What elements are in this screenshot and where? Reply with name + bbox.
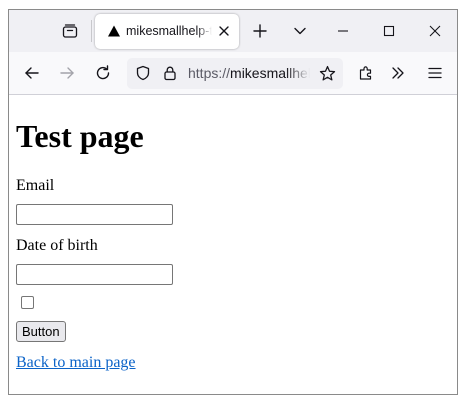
bookmark-button[interactable] (316, 62, 338, 84)
tab-close-button[interactable] (215, 22, 233, 40)
puzzle-icon (359, 66, 372, 80)
site-info-button[interactable] (159, 62, 181, 84)
url-scheme: https:// (188, 65, 231, 81)
date-of-birth-label: Date of birth (16, 237, 98, 254)
tab-list-button[interactable] (59, 20, 81, 42)
tab-separator (91, 20, 92, 42)
page-title: Test page (16, 118, 144, 154)
maximize-icon (383, 25, 395, 37)
reload-icon (96, 65, 110, 80)
overflow-menu-button[interactable] (387, 62, 409, 84)
maximize-button[interactable] (378, 20, 400, 42)
date-of-birth-field[interactable] (16, 264, 173, 285)
url-text[interactable]: https://mikesmallhelp-test (188, 64, 310, 83)
star-icon (319, 65, 335, 81)
email-label: Email (16, 177, 55, 194)
double-chevron-icon (392, 67, 404, 79)
triangle-favicon (108, 25, 120, 37)
extensions-button[interactable] (355, 62, 377, 84)
reload-button[interactable] (92, 62, 114, 84)
hamburger-icon (428, 67, 442, 79)
back-to-main-page-link[interactable]: Back to main page (16, 353, 136, 372)
forward-arrow-icon (60, 67, 74, 79)
tab-title: mikesmallhelp-test (126, 24, 212, 38)
navigation-toolbar: https://mikesmallhelp-test (9, 52, 457, 95)
chevron-down-icon (294, 27, 306, 35)
close-icon (219, 26, 229, 36)
url-host: mikesmallhelp-test (230, 65, 310, 81)
minimize-icon (338, 30, 348, 32)
tab-list-icon (62, 24, 78, 38)
close-icon (429, 25, 441, 37)
plus-icon (253, 24, 267, 38)
address-bar[interactable]: https://mikesmallhelp-test (127, 58, 343, 89)
shield-icon (136, 65, 150, 81)
all-tabs-button[interactable] (289, 20, 311, 42)
page-content: Test page Email Date of birth Button Bac… (9, 95, 457, 394)
tab-bar: mikesmallhelp-test (9, 10, 457, 52)
minimize-button[interactable] (332, 20, 354, 42)
tracking-protection-button[interactable] (132, 62, 154, 84)
forward-button[interactable] (56, 62, 78, 84)
browser-window: mikesmallhelp-test (8, 9, 458, 395)
back-button[interactable] (21, 62, 43, 84)
browser-tab[interactable]: mikesmallhelp-test (95, 14, 239, 49)
email-field[interactable] (16, 204, 173, 225)
close-window-button[interactable] (424, 20, 446, 42)
button[interactable]: Button (16, 321, 66, 342)
lock-icon (164, 66, 176, 81)
back-arrow-icon (25, 67, 39, 79)
app-menu-button[interactable] (424, 62, 446, 84)
checkbox[interactable] (21, 296, 34, 309)
new-tab-button[interactable] (249, 20, 271, 42)
